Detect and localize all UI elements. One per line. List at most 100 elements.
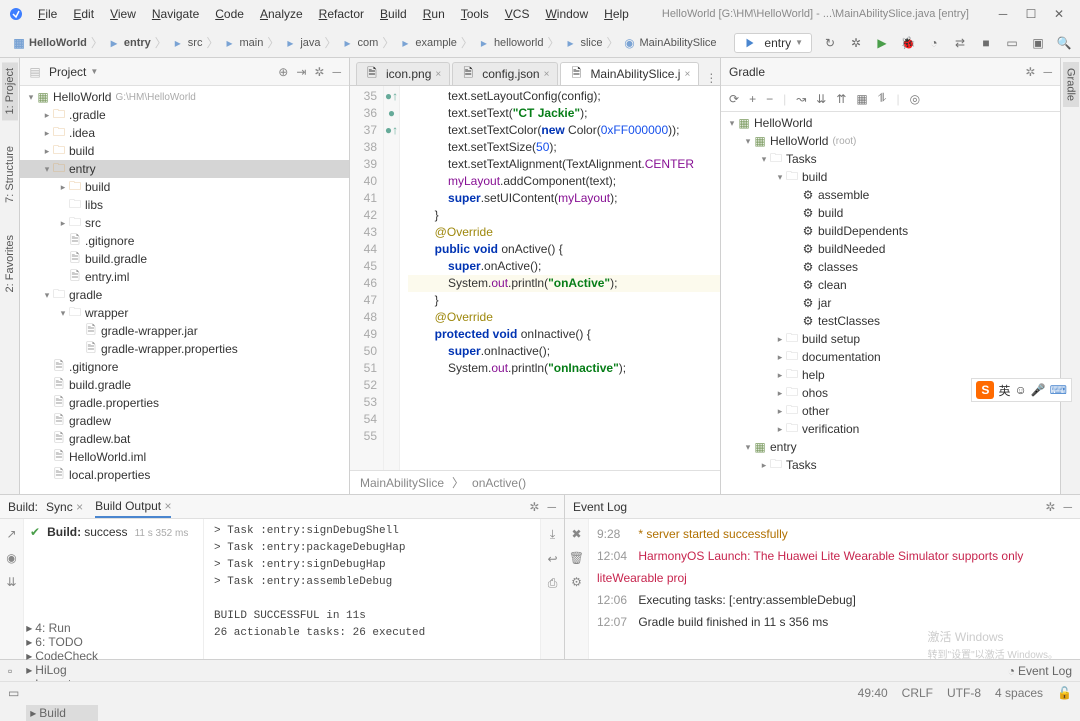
tree-item-testClasses[interactable]: ⚙testClasses: [721, 312, 1060, 330]
tree-item-src[interactable]: ▸🗀src: [20, 214, 349, 232]
tree-item-other[interactable]: ▸🗀other: [721, 402, 1060, 420]
add-icon[interactable]: +: [749, 92, 756, 106]
remove-icon[interactable]: −: [766, 92, 773, 106]
encoding[interactable]: UTF-8: [947, 686, 981, 700]
refresh-icon[interactable]: ⟳: [729, 92, 739, 106]
tree-item--gitignore[interactable]: 🗎.gitignore: [20, 232, 349, 250]
tree-item-build-gradle[interactable]: 🗎build.gradle: [20, 250, 349, 268]
settings-icon[interactable]: ✲: [1045, 500, 1055, 514]
tree-item-build-setup[interactable]: ▸🗀build setup: [721, 330, 1060, 348]
tree-item-gradle-wrapper-properties[interactable]: 🗎gradle-wrapper.properties: [20, 340, 349, 358]
build-tab-output[interactable]: Build Output ×: [95, 496, 171, 518]
ime-emoji-icon[interactable]: ☺: [1014, 383, 1026, 397]
pin-icon[interactable]: ↗: [6, 527, 16, 541]
stop-icon[interactable]: ■: [978, 35, 994, 51]
tree-item-assemble[interactable]: ⚙assemble: [721, 186, 1060, 204]
cursor-position[interactable]: 49:40: [858, 686, 888, 700]
editor-tab-MainAbilitySlice-j[interactable]: 🗎MainAbilitySlice.j×: [560, 62, 699, 85]
hide-icon[interactable]: ─: [547, 500, 556, 514]
search-icon[interactable]: 🔍: [1056, 35, 1072, 51]
tree-item-gradle-wrapper-jar[interactable]: 🗎gradle-wrapper.jar: [20, 322, 349, 340]
tree-item-Tasks[interactable]: ▾🗀Tasks: [721, 150, 1060, 168]
tree-item-entry-iml[interactable]: 🗎entry.iml: [20, 268, 349, 286]
clear-icon[interactable]: ✖: [571, 527, 581, 541]
settings-icon[interactable]: ✲: [314, 65, 324, 79]
tree-item-gradle[interactable]: ▾🗀gradle: [20, 286, 349, 304]
tree-item-classes[interactable]: ⚙classes: [721, 258, 1060, 276]
settings-icon[interactable]: ✲: [1025, 65, 1035, 79]
breadcrumb-HelloWorld[interactable]: ▦HelloWorld: [8, 36, 91, 50]
settings-icon[interactable]: ⚙: [571, 575, 582, 589]
menu-window[interactable]: Window: [539, 5, 594, 23]
trash-icon[interactable]: 🗑: [569, 551, 584, 565]
breadcrumb-MainAbilitySlice[interactable]: ◉MainAbilitySlice: [619, 36, 721, 50]
tree-item-build[interactable]: ▸🗀build: [20, 178, 349, 196]
tree-item--gitignore[interactable]: 🗎.gitignore: [20, 358, 349, 376]
editor-tab-config-json[interactable]: 🗎config.json×: [452, 62, 558, 85]
profile-icon[interactable]: ◔: [926, 35, 942, 51]
breadcrumb-com[interactable]: ▸com: [337, 36, 383, 50]
breadcrumb-entry[interactable]: ▸entry: [103, 36, 155, 50]
scroll-icon[interactable]: ⤓: [550, 527, 555, 542]
ime-bar[interactable]: S 英 ☺ 🎤 ⌨: [971, 378, 1072, 402]
eventlog-row[interactable]: 12:06 Executing tasks: [:entry:assembleD…: [597, 589, 1072, 611]
tree-item--gradle[interactable]: ▸🗀.gradle: [20, 106, 349, 124]
wrap-icon[interactable]: ↩: [547, 552, 557, 566]
collapse-icon[interactable]: ⇥: [296, 65, 306, 79]
tree-item--idea[interactable]: ▸🗀.idea: [20, 124, 349, 142]
toolwindow-6-TODO[interactable]: ▸ 6: TODO: [26, 635, 98, 649]
toolwindow-HiLog[interactable]: ▸ HiLog: [26, 663, 98, 677]
editor-crumb-class[interactable]: MainAbilitySlice: [360, 476, 444, 490]
eventlog-row[interactable]: 12:04 HarmonyOS Launch: The Huawei Lite …: [597, 545, 1072, 589]
tree-item-entry[interactable]: ▾▦entry: [721, 438, 1060, 456]
toolwindow-CodeCheck[interactable]: ▸ CodeCheck: [26, 649, 98, 663]
close-icon[interactable]: ×: [544, 69, 550, 80]
build-tab-sync[interactable]: Sync ×: [46, 497, 83, 517]
toolwindow-tab-favorites[interactable]: 2: Favorites: [2, 229, 18, 298]
tree-item-HelloWorld[interactable]: ▾▦HelloWorld(root): [721, 132, 1060, 150]
ime-keyboard-icon[interactable]: ⌨: [1050, 383, 1067, 397]
editor-breadcrumb[interactable]: MainAbilitySlice 〉 onActive(): [350, 470, 720, 494]
hide-icon[interactable]: ─: [1043, 65, 1052, 79]
execute-icon[interactable]: ↝: [796, 92, 806, 106]
ime-voice-icon[interactable]: 🎤: [1031, 383, 1046, 397]
tree-item-gradle-properties[interactable]: 🗎gradle.properties: [20, 394, 349, 412]
readonly-icon[interactable]: 🔓: [1057, 686, 1072, 700]
tree-item-HelloWorld[interactable]: ▾▦HelloWorld: [721, 114, 1060, 132]
tree-item-gradlew-bat[interactable]: 🗎gradlew.bat: [20, 430, 349, 448]
print-icon[interactable]: ⎙: [548, 576, 558, 591]
tree-item-build[interactable]: ▸🗀build: [20, 142, 349, 160]
close-icon[interactable]: ×: [435, 69, 441, 80]
filter-icon[interactable]: ◉: [6, 551, 16, 565]
menu-refactor[interactable]: Refactor: [313, 5, 370, 23]
menu-navigate[interactable]: Navigate: [146, 5, 205, 23]
eventlog-row[interactable]: 12:07 Gradle build finished in 11 s 356 …: [597, 611, 1072, 633]
tree-item-libs[interactable]: 🗀libs: [20, 196, 349, 214]
breadcrumb-main[interactable]: ▸main: [218, 36, 267, 50]
menu-tools[interactable]: Tools: [455, 5, 495, 23]
hide-icon[interactable]: ─: [332, 65, 341, 79]
breadcrumb-java[interactable]: ▸java: [279, 36, 324, 50]
run-config-selector[interactable]: entry ▼: [734, 33, 812, 53]
tree-item-build[interactable]: ⚙build: [721, 204, 1060, 222]
toolwindow-tab-project[interactable]: 1: Project: [2, 62, 18, 120]
hide-icon[interactable]: ─: [1063, 500, 1072, 514]
toolwindow-Build[interactable]: ▸ Build: [26, 705, 98, 721]
tree-item-local-properties[interactable]: 🗎local.properties: [20, 466, 349, 484]
code-editor[interactable]: text.setLayoutConfig(config); text.setTe…: [400, 86, 720, 470]
scroll-to-icon[interactable]: ⊕: [278, 65, 288, 79]
editor-tab-icon-png[interactable]: 🗎icon.png×: [356, 62, 450, 85]
toolwindow-eventlog[interactable]: ◔ Event Log: [1008, 664, 1072, 678]
menu-analyze[interactable]: Analyze: [254, 5, 309, 23]
breadcrumb-slice[interactable]: ▸slice: [559, 36, 606, 50]
indent[interactable]: 4 spaces: [995, 686, 1043, 700]
tree-item-Tasks[interactable]: ▸🗀Tasks: [721, 456, 1060, 474]
menu-code[interactable]: Code: [209, 5, 250, 23]
offline-icon[interactable]: ⥮: [878, 91, 887, 106]
dropdown-icon[interactable]: ▼: [90, 67, 98, 76]
expand-icon[interactable]: ⇊: [6, 575, 16, 589]
menu-view[interactable]: View: [104, 5, 142, 23]
tree-item-wrapper[interactable]: ▾🗀wrapper: [20, 304, 349, 322]
run-icon[interactable]: ▶: [874, 35, 890, 51]
tree-item-buildNeeded[interactable]: ⚙buildNeeded: [721, 240, 1060, 258]
